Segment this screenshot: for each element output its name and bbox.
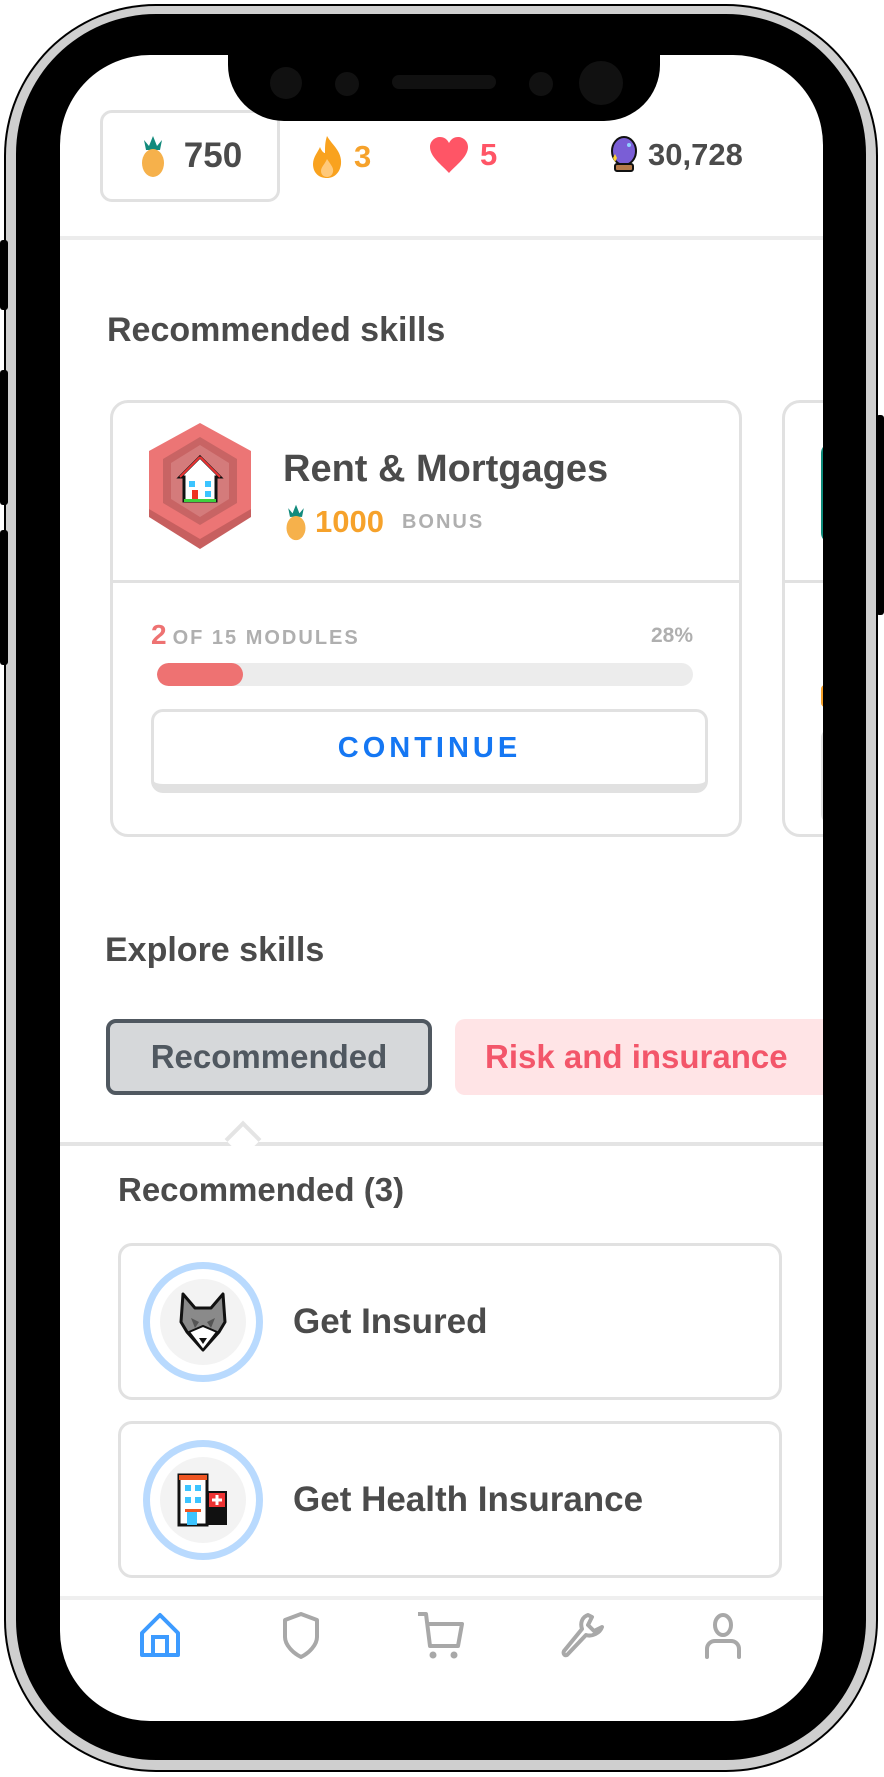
- chip-risk-and-insurance[interactable]: Risk and insurance: [455, 1019, 823, 1095]
- bonus-label: BONUS: [401, 510, 485, 533]
- bottom-nav: [60, 1600, 823, 1670]
- list-item-get-insured[interactable]: Get Insured: [118, 1243, 782, 1400]
- item-icon-ring: [143, 1261, 263, 1382]
- hospital-icon: [177, 1473, 227, 1526]
- progress-percent: 28%: [650, 624, 693, 647]
- bonus-row: 1000 BONUS: [283, 503, 484, 541]
- item-label: Get Health Insurance: [293, 1479, 644, 1519]
- side-button: [0, 240, 8, 310]
- hearts-count: 5: [480, 137, 498, 172]
- nav-shield[interactable]: [266, 1600, 336, 1670]
- module-count-fragment: [821, 685, 823, 707]
- item-icon-ring: [143, 1439, 263, 1560]
- pineapple-icon: [141, 136, 164, 177]
- pineapple-balance[interactable]: 750: [100, 110, 280, 202]
- streak-stat[interactable]: 3: [310, 135, 371, 179]
- device-notch: [228, 55, 660, 121]
- side-button: [0, 370, 8, 505]
- skill-card[interactable]: Rent & Mortgages 1000 BONUS 2 OF 15 MODUL…: [110, 400, 742, 837]
- chips-divider: [60, 1142, 823, 1146]
- modules-progress-text: 2 OF 15 MODULES: [151, 619, 360, 651]
- hearts-stat[interactable]: 5: [428, 135, 497, 175]
- modules-done: 2: [151, 619, 167, 650]
- wrench-icon: [561, 1613, 605, 1658]
- nav-cart[interactable]: [406, 1600, 476, 1670]
- skill-card-next[interactable]: [782, 400, 823, 837]
- streak-count: 3: [354, 139, 372, 174]
- pineapple-count: 750: [183, 136, 243, 175]
- progress-bar-fill: [157, 663, 243, 686]
- side-button: [0, 530, 8, 665]
- modules-total: OF 15 MODULES: [172, 627, 360, 649]
- item-label: Get Insured: [293, 1301, 488, 1341]
- home-icon: [140, 1613, 181, 1657]
- list-item-get-health-insurance[interactable]: Get Health Insurance: [118, 1421, 782, 1578]
- nav-profile[interactable]: [688, 1600, 758, 1670]
- nav-tools[interactable]: [547, 1600, 617, 1670]
- explore-skills-heading: Explore skills: [105, 931, 325, 969]
- pineapple-icon: [286, 504, 306, 541]
- skill-badge-icon: [821, 443, 823, 543]
- shield-icon: [282, 1612, 319, 1659]
- continue-button[interactable]: CONTINUE: [151, 709, 708, 793]
- chip-recommended[interactable]: Recommended: [106, 1019, 432, 1095]
- profile-icon: [704, 1613, 741, 1659]
- recommended-list-heading: Recommended (3): [118, 1171, 405, 1208]
- crystal-ball-icon: [611, 136, 637, 172]
- flame-icon: [313, 136, 342, 178]
- continue-button-fragment: [821, 728, 823, 824]
- skill-card-header: Rent & Mortgages 1000 BONUS: [113, 403, 739, 583]
- skill-title: Rent & Mortgages: [283, 448, 609, 490]
- app-screen: 750 3 5 30,728 Recommended skills Rent &…: [60, 55, 823, 1721]
- selected-chip-caret: [224, 1120, 262, 1158]
- house-badge-icon: [149, 423, 251, 549]
- cart-icon: [418, 1612, 465, 1659]
- wolf-icon: [179, 1292, 227, 1352]
- side-button: [876, 415, 884, 615]
- gems-stat[interactable]: 30,728: [608, 135, 743, 175]
- card-divider: [785, 580, 823, 583]
- nav-home[interactable]: [125, 1600, 195, 1670]
- bonus-value: 1000: [315, 504, 384, 539]
- header-divider: [60, 236, 823, 240]
- recommended-skills-heading: Recommended skills: [107, 311, 446, 349]
- progress-bar: [157, 663, 693, 686]
- gems-count: 30,728: [648, 137, 743, 172]
- heart-icon: [430, 137, 468, 173]
